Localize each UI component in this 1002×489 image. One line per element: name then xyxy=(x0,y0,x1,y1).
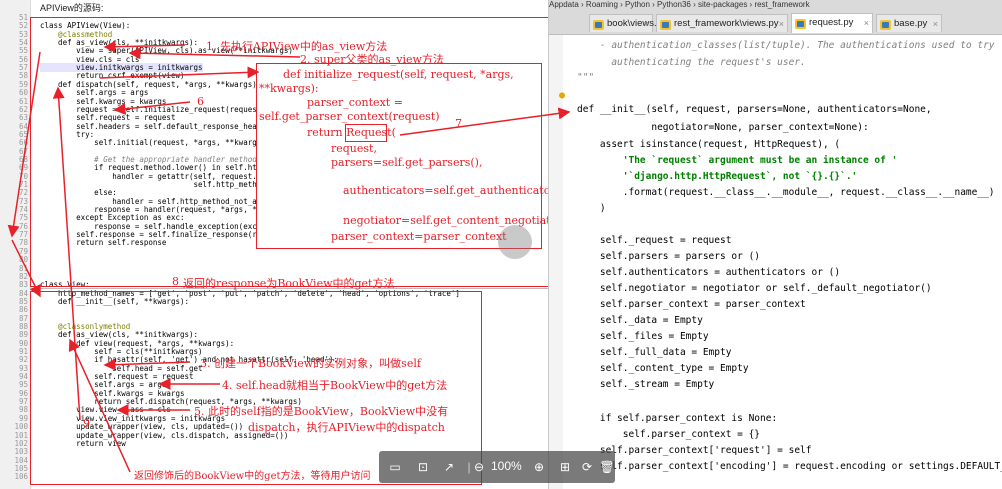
right-code-line: self.parser_context = parser_context xyxy=(577,299,806,310)
annotation-step-4: 4. self.head就相当于BookView中的get方法 xyxy=(222,379,448,392)
apiview-block-box xyxy=(30,17,548,287)
annotation-step-3: 3. 创建一个BookView的实例对象，叫做self xyxy=(200,357,421,370)
right-code-line: negotiator=None, parser_context=None): xyxy=(577,122,869,133)
zoom-level: 100% xyxy=(491,459,522,473)
tab-request-py[interactable]: request.py × xyxy=(791,13,873,33)
close-icon[interactable]: × xyxy=(864,14,869,32)
right-code-line: .format(request.__class__.__module__, re… xyxy=(577,187,995,198)
annotation-step-2: 2. super父类的as_view方法 xyxy=(300,53,444,66)
annotation-step-6: 6 xyxy=(197,95,204,108)
annotation-return-response: 返回的response为BookView中的get方法 xyxy=(183,277,395,290)
tab-label: base.py xyxy=(894,18,928,29)
line-number: 106 xyxy=(14,472,28,482)
source-caption: APIView的源码: xyxy=(40,3,104,13)
left-code-pane[interactable]: APIView的源码: 51 52 53 54 55 56 57 58 59 60 61 62 63 64… xyxy=(0,0,549,489)
zoom-in-icon[interactable]: ⊕ xyxy=(531,459,547,475)
rotate-icon[interactable]: ⟳ xyxy=(579,459,595,475)
tab-book-views-py[interactable]: book\views.py × xyxy=(589,14,667,33)
python-file-icon xyxy=(880,19,891,30)
right-code-line: """ xyxy=(577,72,595,83)
right-code-line: self.negotiator = negotiator or self._de… xyxy=(577,283,932,294)
annotation-step-7: 7 xyxy=(455,117,462,130)
annotation-step-9: 9 xyxy=(83,417,90,430)
right-gutter xyxy=(549,35,563,489)
delete-icon[interactable]: 🗑 xyxy=(599,459,615,475)
right-code-line: - authentication_classes(list/tuple). Th… xyxy=(577,40,995,51)
right-code-line: self._files = Empty xyxy=(577,331,709,342)
next-page-button[interactable] xyxy=(498,225,532,259)
right-code-line: self.parsers = parsers or () xyxy=(577,251,761,262)
right-code-line: def __init__(self, request, parsers=None… xyxy=(577,104,932,115)
image-viewer-toolbar: ▭ ⊡ ↗ | ⊖ 100% ⊕ ⊞ ⟳ 🗑 xyxy=(379,451,615,483)
zoom-out-icon[interactable]: ⊖ xyxy=(471,459,487,475)
annotation-step-5: 5. 此时的self指的是BookView，BookView中没有 xyxy=(194,405,449,418)
close-icon[interactable]: × xyxy=(933,15,938,33)
right-code-line: self._content_type = Empty xyxy=(577,363,749,374)
right-code-line: self._data = Empty xyxy=(577,315,703,326)
annotation-return-view: 返回修饰后的BookView中的get方法，等待用户访问 xyxy=(134,471,371,482)
python-file-icon xyxy=(593,19,604,30)
right-code-line: self.parser_context = {} xyxy=(577,429,761,440)
fit-icon[interactable]: ▭ xyxy=(387,459,403,475)
share-icon[interactable]: ↗ xyxy=(441,459,457,475)
right-code-line: 'The `request` argument must be an insta… xyxy=(577,155,898,166)
right-code-line: self.parser_context['encoding'] = reques… xyxy=(577,461,1002,472)
tab-label: request.py xyxy=(809,17,854,28)
right-code-line: ) xyxy=(577,203,606,214)
tab-label: rest_framework\views.py xyxy=(674,18,779,29)
breadcrumb[interactable]: Appdata › Roaming › Python › Python36 › … xyxy=(549,0,810,12)
close-icon[interactable]: × xyxy=(644,15,649,33)
right-code-line: if self.parser_context is None: xyxy=(577,413,778,424)
right-code-line: self.authenticators = authenticators or … xyxy=(577,267,841,278)
tab-rest-framework-views-py[interactable]: rest_framework\views.py × xyxy=(656,14,788,32)
crop-icon[interactable]: ⊡ xyxy=(415,459,431,475)
annotation-step-5-cont: dispatch，执行APIView中的dispatch xyxy=(248,421,445,434)
close-icon[interactable]: × xyxy=(779,15,784,33)
right-editor-pane[interactable]: Appdata › Roaming › Python › Python36 › … xyxy=(549,0,1002,489)
tab-base-py[interactable]: base.py × xyxy=(876,14,942,32)
right-code-line: self._request = request xyxy=(577,235,732,246)
right-code-line: authenticating the request's user. xyxy=(577,57,806,68)
editor-tab-bar: Appdata › Roaming › Python › Python36 › … xyxy=(549,0,1002,35)
python-file-icon xyxy=(795,18,806,29)
right-code-line: self._stream = Empty xyxy=(577,379,715,390)
right-code-line: self._full_data = Empty xyxy=(577,347,732,358)
lightbulb-icon[interactable]: ● xyxy=(559,90,565,101)
right-code-line: assert isinstance(request, HttpRequest),… xyxy=(577,139,841,150)
python-file-icon xyxy=(660,19,671,30)
annotation-step-8: 8 xyxy=(172,275,179,288)
right-code-line: '`django.http.HttpRequest`, not `{}.{}`.… xyxy=(577,171,858,182)
actual-size-icon[interactable]: ⊞ xyxy=(557,459,573,475)
